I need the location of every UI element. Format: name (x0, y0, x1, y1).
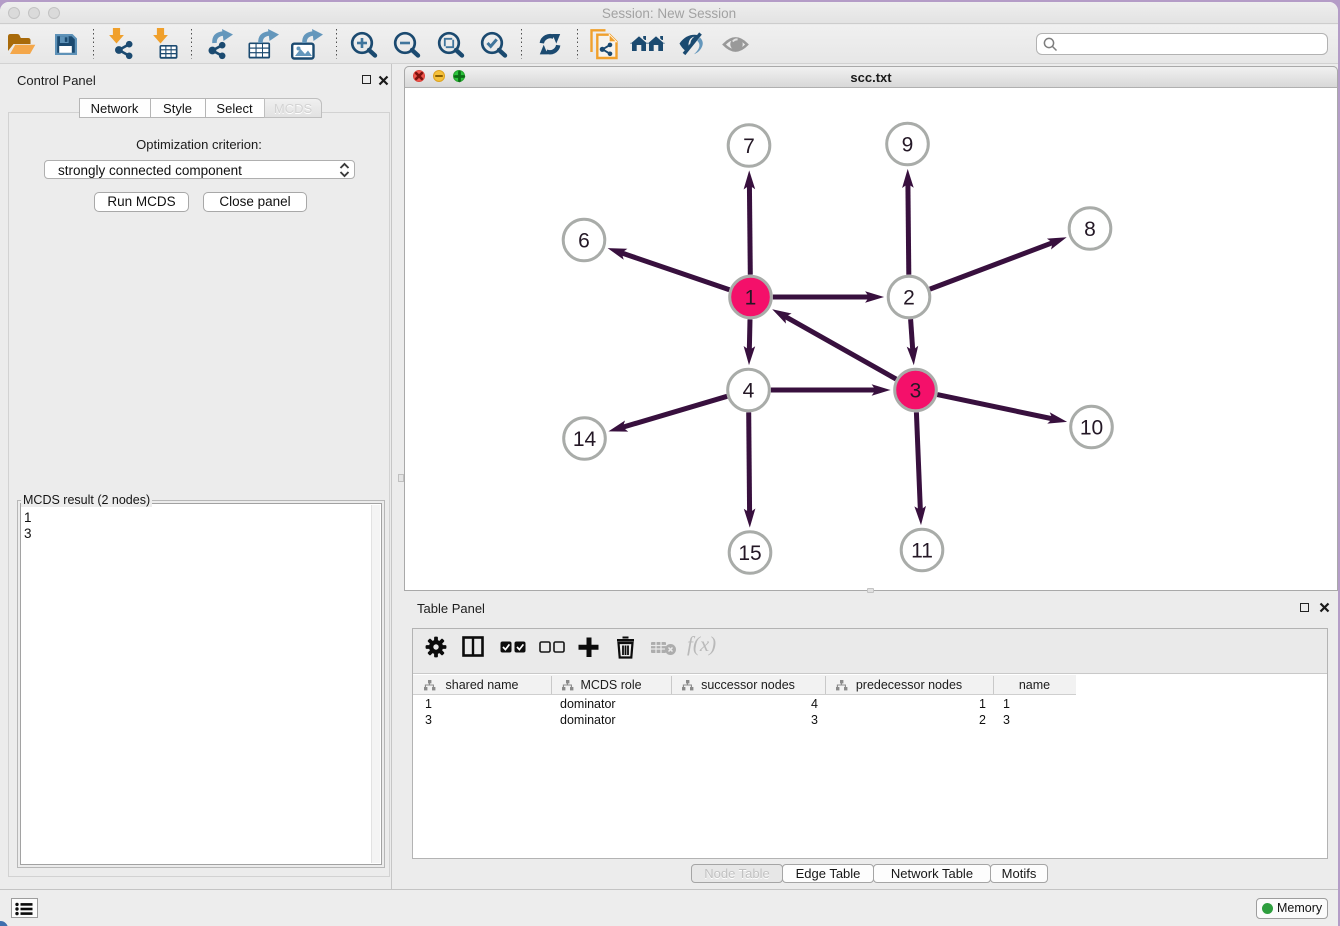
svg-text:10: 10 (1080, 416, 1103, 439)
svg-text:1: 1 (745, 286, 757, 309)
svg-text:14: 14 (573, 428, 597, 451)
svg-text:3: 3 (910, 379, 922, 402)
svg-text:9: 9 (902, 133, 914, 156)
svg-text:8: 8 (1084, 218, 1096, 241)
svg-text:2: 2 (903, 286, 915, 309)
svg-text:6: 6 (578, 229, 590, 252)
svg-text:15: 15 (738, 542, 761, 565)
svg-text:11: 11 (911, 539, 933, 562)
svg-text:4: 4 (743, 379, 755, 402)
svg-text:7: 7 (743, 135, 755, 158)
